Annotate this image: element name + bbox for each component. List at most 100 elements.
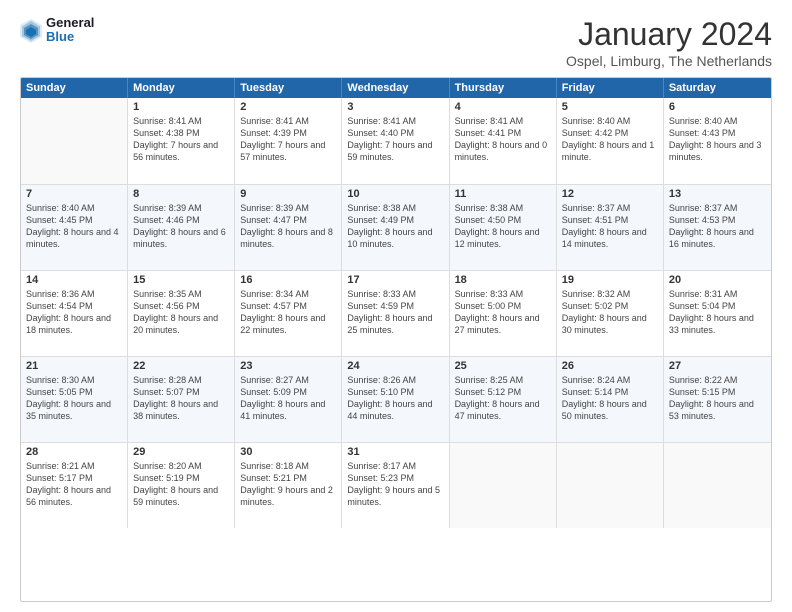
day-number: 14 (26, 274, 122, 286)
day-number: 31 (347, 446, 443, 458)
cell-text: Sunrise: 8:34 AMSunset: 4:57 PMDaylight:… (240, 288, 336, 337)
day-number: 16 (240, 274, 336, 286)
cell-text: Sunrise: 8:39 AMSunset: 4:47 PMDaylight:… (240, 202, 336, 251)
day-number: 24 (347, 360, 443, 372)
day-number: 27 (669, 360, 766, 372)
cell-text: Sunrise: 8:24 AMSunset: 5:14 PMDaylight:… (562, 374, 658, 423)
day-number: 15 (133, 274, 229, 286)
calendar-cell: 24 Sunrise: 8:26 AMSunset: 5:10 PMDayligh… (342, 357, 449, 442)
cell-text: Sunrise: 8:41 AMSunset: 4:38 PMDaylight:… (133, 115, 229, 164)
calendar-cell: 30 Sunrise: 8:18 AMSunset: 5:21 PMDayligh… (235, 443, 342, 528)
cell-text: Sunrise: 8:38 AMSunset: 4:50 PMDaylight:… (455, 202, 551, 251)
cell-text: Sunrise: 8:26 AMSunset: 5:10 PMDaylight:… (347, 374, 443, 423)
day-number: 23 (240, 360, 336, 372)
weekday-header: Friday (557, 78, 664, 98)
calendar-week: 7Sunrise: 8:40 AMSunset: 4:45 PMDaylight… (21, 184, 771, 270)
calendar-cell: 4 Sunrise: 8:41 AMSunset: 4:41 PMDaylight… (450, 98, 557, 184)
calendar-cell: 20 Sunrise: 8:31 AMSunset: 5:04 PMDayligh… (664, 271, 771, 356)
logo-line1: General (46, 16, 94, 30)
calendar-cell: 19Sunrise: 8:32 AMSunset: 5:02 PMDayligh… (557, 271, 664, 356)
cell-text: Sunrise: 8:40 AMSunset: 4:42 PMDaylight:… (562, 115, 658, 164)
day-number: 11 (455, 188, 551, 200)
calendar-cell: 11 Sunrise: 8:38 AMSunset: 4:50 PMDayligh… (450, 185, 557, 270)
logo: General Blue (20, 16, 94, 45)
calendar-cell: 16 Sunrise: 8:34 AMSunset: 4:57 PMDayligh… (235, 271, 342, 356)
calendar-cell: 1 Sunrise: 8:41 AMSunset: 4:38 PMDaylight… (128, 98, 235, 184)
calendar-cell: 2Sunrise: 8:41 AMSunset: 4:39 PMDaylight… (235, 98, 342, 184)
calendar-cell: 5Sunrise: 8:40 AMSunset: 4:42 PMDaylight… (557, 98, 664, 184)
cell-text: Sunrise: 8:40 AMSunset: 4:43 PMDaylight:… (669, 115, 766, 164)
calendar-cell: 25 Sunrise: 8:25 AMSunset: 5:12 PMDayligh… (450, 357, 557, 442)
calendar-cell: 8 Sunrise: 8:39 AMSunset: 4:46 PMDaylight… (128, 185, 235, 270)
calendar-cell: 10 Sunrise: 8:38 AMSunset: 4:49 PMDayligh… (342, 185, 449, 270)
cell-text: Sunrise: 8:28 AMSunset: 5:07 PMDaylight:… (133, 374, 229, 423)
logo-text: General Blue (46, 16, 94, 45)
day-number: 12 (562, 188, 658, 200)
calendar-cell: 15 Sunrise: 8:35 AMSunset: 4:56 PMDayligh… (128, 271, 235, 356)
cell-text: Sunrise: 8:31 AMSunset: 5:04 PMDaylight:… (669, 288, 766, 337)
title-location: Ospel, Limburg, The Netherlands (566, 53, 772, 69)
calendar-cell: 21Sunrise: 8:30 AMSunset: 5:05 PMDayligh… (21, 357, 128, 442)
day-number: 21 (26, 360, 122, 372)
cell-text: Sunrise: 8:40 AMSunset: 4:45 PMDaylight:… (26, 202, 122, 251)
calendar-cell: 26 Sunrise: 8:24 AMSunset: 5:14 PMDayligh… (557, 357, 664, 442)
calendar-cell: 9 Sunrise: 8:39 AMSunset: 4:47 PMDaylight… (235, 185, 342, 270)
calendar-cell: 3Sunrise: 8:41 AMSunset: 4:40 PMDaylight… (342, 98, 449, 184)
cell-text: Sunrise: 8:35 AMSunset: 4:56 PMDaylight:… (133, 288, 229, 337)
day-number: 25 (455, 360, 551, 372)
calendar-cell (21, 98, 128, 184)
cell-text: Sunrise: 8:41 AMSunset: 4:39 PMDaylight:… (240, 115, 336, 164)
cell-text: Sunrise: 8:21 AMSunset: 5:17 PMDaylight:… (26, 460, 122, 509)
cell-text: Sunrise: 8:27 AMSunset: 5:09 PMDaylight:… (240, 374, 336, 423)
day-number: 10 (347, 188, 443, 200)
cell-text: Sunrise: 8:33 AMSunset: 5:00 PMDaylight:… (455, 288, 551, 337)
calendar-cell: 31 Sunrise: 8:17 AMSunset: 5:23 PMDayligh… (342, 443, 449, 528)
cell-text: Sunrise: 8:17 AMSunset: 5:23 PMDaylight:… (347, 460, 443, 509)
cell-text: Sunrise: 8:39 AMSunset: 4:46 PMDaylight:… (133, 202, 229, 251)
cell-text: Sunrise: 8:37 AMSunset: 4:51 PMDaylight:… (562, 202, 658, 251)
calendar-cell (664, 443, 771, 528)
calendar-cell: 22Sunrise: 8:28 AMSunset: 5:07 PMDayligh… (128, 357, 235, 442)
weekday-header: Sunday (21, 78, 128, 98)
day-number: 20 (669, 274, 766, 286)
day-number: 13 (669, 188, 766, 200)
title-block: January 2024 Ospel, Limburg, The Netherl… (566, 16, 772, 69)
day-number: 29 (133, 446, 229, 458)
day-number: 30 (240, 446, 336, 458)
calendar-body: 1 Sunrise: 8:41 AMSunset: 4:38 PMDaylight… (21, 98, 771, 528)
cell-text: Sunrise: 8:18 AMSunset: 5:21 PMDaylight:… (240, 460, 336, 509)
day-number: 28 (26, 446, 122, 458)
calendar-cell: 18Sunrise: 8:33 AMSunset: 5:00 PMDayligh… (450, 271, 557, 356)
calendar-cell: 14Sunrise: 8:36 AMSunset: 4:54 PMDayligh… (21, 271, 128, 356)
day-number: 4 (455, 101, 551, 113)
calendar-cell: 27Sunrise: 8:22 AMSunset: 5:15 PMDayligh… (664, 357, 771, 442)
cell-text: Sunrise: 8:32 AMSunset: 5:02 PMDaylight:… (562, 288, 658, 337)
cell-text: Sunrise: 8:33 AMSunset: 4:59 PMDaylight:… (347, 288, 443, 337)
header: General Blue January 2024 Ospel, Limburg… (20, 16, 772, 69)
cell-text: Sunrise: 8:20 AMSunset: 5:19 PMDaylight:… (133, 460, 229, 509)
calendar-cell (557, 443, 664, 528)
calendar-header: SundayMondayTuesdayWednesdayThursdayFrid… (21, 78, 771, 98)
calendar-cell (450, 443, 557, 528)
page: General Blue January 2024 Ospel, Limburg… (0, 0, 792, 612)
cell-text: Sunrise: 8:25 AMSunset: 5:12 PMDaylight:… (455, 374, 551, 423)
calendar-cell: 17Sunrise: 8:33 AMSunset: 4:59 PMDayligh… (342, 271, 449, 356)
logo-icon (20, 17, 42, 43)
calendar-cell: 23 Sunrise: 8:27 AMSunset: 5:09 PMDayligh… (235, 357, 342, 442)
weekday-header: Tuesday (235, 78, 342, 98)
title-month: January 2024 (566, 16, 772, 53)
day-number: 26 (562, 360, 658, 372)
weekday-header: Wednesday (342, 78, 449, 98)
weekday-header: Saturday (664, 78, 771, 98)
day-number: 3 (347, 101, 443, 113)
cell-text: Sunrise: 8:38 AMSunset: 4:49 PMDaylight:… (347, 202, 443, 251)
cell-text: Sunrise: 8:41 AMSunset: 4:41 PMDaylight:… (455, 115, 551, 164)
calendar-week: 21Sunrise: 8:30 AMSunset: 5:05 PMDayligh… (21, 356, 771, 442)
day-number: 6 (669, 101, 766, 113)
day-number: 9 (240, 188, 336, 200)
day-number: 1 (133, 101, 229, 113)
cell-text: Sunrise: 8:37 AMSunset: 4:53 PMDaylight:… (669, 202, 766, 251)
logo-line2: Blue (46, 30, 94, 44)
day-number: 8 (133, 188, 229, 200)
weekday-header: Thursday (450, 78, 557, 98)
